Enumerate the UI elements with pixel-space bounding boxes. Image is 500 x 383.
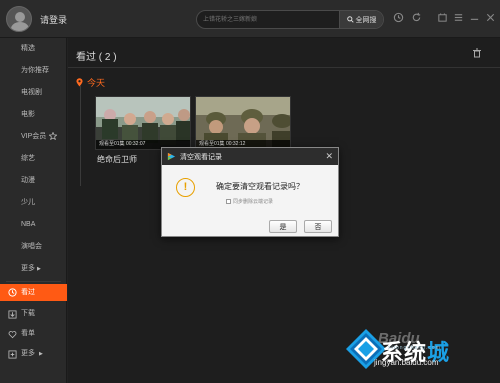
history-clock-icon xyxy=(8,288,17,297)
sidebar-item-concert[interactable]: 演唱会 xyxy=(0,238,67,256)
yes-button[interactable]: 是 xyxy=(269,220,297,233)
page-title: 看过 ( 2 ) xyxy=(76,52,117,63)
top-bar: 请登录 全网搜 xyxy=(0,0,500,38)
history-icon[interactable] xyxy=(392,12,404,24)
checkbox-box[interactable] xyxy=(226,199,231,204)
clear-history-dialog: 清空观看记录 ✕ ! 确定要清空观看记录吗？ 同步删除云端记录 是 否 xyxy=(161,147,339,237)
minimize-icon[interactable] xyxy=(468,12,480,24)
sidebar-item-vip-label: VIP会员 xyxy=(21,133,47,140)
app-logo-icon xyxy=(167,152,176,161)
search-input[interactable] xyxy=(203,14,333,26)
timeline-line xyxy=(80,86,81,186)
section-today-label: 今天 xyxy=(87,78,106,88)
sidebar-item-vip[interactable]: VIP会员 xyxy=(0,128,67,146)
sidebar-item-more-tools[interactable]: 更多 ▶ xyxy=(0,345,67,363)
video-thumbnail[interactable]: 观看至01集 00:32:07 xyxy=(95,96,191,150)
sidebar-item-more-label: 更多 xyxy=(21,265,35,272)
plus-box-icon xyxy=(8,349,17,359)
sidebar-item-more-tools-label: 更多 xyxy=(21,350,35,357)
sidebar-item-history-label: 看过 xyxy=(21,288,35,296)
sidebar: 精选 为你推荐 电视剧 电影 VIP会员 综艺 动漫 少儿 NBA 演唱会 更多… xyxy=(0,38,67,383)
close-window-icon[interactable] xyxy=(484,12,496,24)
search-icon xyxy=(346,16,354,23)
sidebar-item-kids[interactable]: 少儿 xyxy=(0,194,67,212)
sidebar-item-variety[interactable]: 综艺 xyxy=(0,150,67,168)
dialog-titlebar: 清空观看记录 xyxy=(162,148,338,165)
trash-icon[interactable] xyxy=(472,48,482,58)
sidebar-item-history[interactable]: 看过 xyxy=(0,284,67,301)
sidebar-item-movies[interactable]: 电影 xyxy=(0,106,67,124)
sidebar-item-watchlist[interactable]: 看单 xyxy=(0,325,67,343)
watermark-sub: xitongcheng.com xyxy=(388,345,441,351)
sidebar-item-nba[interactable]: NBA xyxy=(0,216,67,234)
sidebar-item-anime[interactable]: 动漫 xyxy=(0,172,67,190)
avatar[interactable] xyxy=(6,6,32,32)
skin-icon[interactable] xyxy=(436,12,448,24)
sidebar-item-tv[interactable]: 电视剧 xyxy=(0,84,67,102)
sidebar-item-featured[interactable]: 精选 xyxy=(0,40,67,58)
sync-delete-label: 同步删除云端记录 xyxy=(233,199,274,205)
dialog-close-icon[interactable]: ✕ xyxy=(325,151,333,162)
sync-delete-checkbox[interactable]: 同步删除云端记录 xyxy=(226,198,273,205)
warning-icon: ! xyxy=(176,178,195,197)
sidebar-item-watchlist-label: 看单 xyxy=(21,330,35,337)
sidebar-item-recommended[interactable]: 为你推荐 xyxy=(0,62,67,80)
vip-badge-icon xyxy=(48,131,58,141)
sidebar-item-more[interactable]: 更多 ▶ xyxy=(0,260,67,278)
sidebar-divider xyxy=(6,281,61,282)
history-header: 看过 ( 2 ) xyxy=(68,38,500,68)
dialog-message: 确定要清空观看记录吗？ xyxy=(216,182,304,191)
sidebar-item-download-label: 下载 xyxy=(21,310,35,317)
login-link[interactable]: 请登录 xyxy=(40,13,67,26)
sidebar-item-download[interactable]: 下载 xyxy=(0,305,67,323)
chevron-right-icon: ▶ xyxy=(39,351,43,357)
download-icon xyxy=(8,309,17,319)
refresh-icon[interactable] xyxy=(410,12,422,24)
no-button[interactable]: 否 xyxy=(304,220,332,233)
video-thumbnail[interactable]: 观看至01集 00:32:12 xyxy=(195,96,291,150)
menu-icon[interactable] xyxy=(452,12,464,24)
search-box: 全网搜 xyxy=(196,10,384,29)
video-title[interactable]: 绝命后卫师 xyxy=(97,154,137,165)
chevron-right-icon: ▶ xyxy=(36,266,41,272)
heart-icon xyxy=(8,330,17,338)
search-button-label: 全网搜 xyxy=(355,16,377,24)
watermark-site: jingyan.baidu.com xyxy=(374,358,439,367)
dialog-title: 清空观看记录 xyxy=(180,153,222,161)
search-button[interactable]: 全网搜 xyxy=(339,11,383,28)
